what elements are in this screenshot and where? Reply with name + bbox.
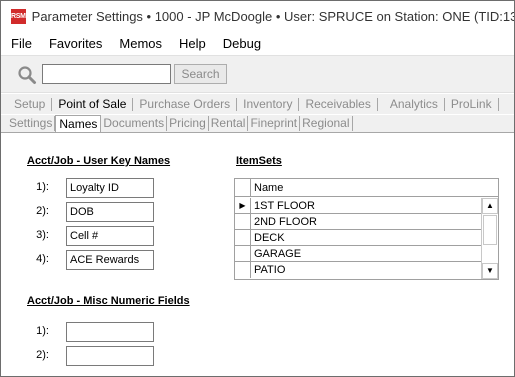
- itemsets-grid[interactable]: Name ▶ 1ST FLOOR 2ND FLOOR DECK GARAGE P…: [234, 178, 499, 280]
- tab-receivables[interactable]: Receivables: [299, 97, 378, 111]
- misc-numeric-1-input[interactable]: [66, 322, 154, 342]
- user-key-4-input[interactable]: [66, 250, 154, 270]
- parameter-settings-window: RSM Parameter Settings • 1000 - JP McDoo…: [0, 0, 515, 377]
- user-key-3-label: 3):: [36, 229, 49, 241]
- scroll-down-icon[interactable]: ▼: [482, 263, 498, 279]
- user-key-names-title: Acct/Job - User Key Names: [27, 155, 171, 167]
- row-selector[interactable]: [235, 214, 251, 230]
- subtab-rental[interactable]: Rental: [209, 116, 249, 131]
- row-selector[interactable]: [235, 262, 251, 278]
- subtab-documents[interactable]: Documents: [101, 116, 168, 131]
- menu-debug[interactable]: Debug: [216, 36, 268, 51]
- user-key-1-label: 1):: [36, 181, 49, 193]
- window-title: Parameter Settings • 1000 - JP McDoogle …: [31, 8, 515, 24]
- tab-analytics[interactable]: Analytics: [384, 97, 445, 111]
- itemsets-title: ItemSets: [236, 155, 282, 167]
- itemset-name-cell[interactable]: 1ST FLOOR: [252, 198, 481, 214]
- search-icon[interactable]: [17, 65, 37, 85]
- misc-numeric-title: Acct/Job - Misc Numeric Fields: [27, 295, 190, 307]
- tab-point-of-sale[interactable]: Point of Sale: [52, 97, 134, 111]
- table-row[interactable]: GARAGE: [235, 246, 481, 262]
- menu-bar: File Favorites Memos Help Debug: [1, 31, 514, 55]
- user-key-2-input[interactable]: [66, 202, 154, 222]
- itemset-name-cell[interactable]: PATIO: [252, 262, 481, 278]
- table-row[interactable]: PATIO: [235, 262, 481, 278]
- tab-setup[interactable]: Setup: [1, 97, 53, 111]
- search-button[interactable]: Search: [174, 64, 227, 84]
- menu-file[interactable]: File: [11, 36, 39, 51]
- table-row[interactable]: DECK: [235, 230, 481, 246]
- table-row[interactable]: ▶ 1ST FLOOR: [235, 198, 481, 214]
- tab-inventory[interactable]: Inventory: [237, 97, 300, 111]
- main-tab-strip: Setup Point of Sale Purchase Orders Inve…: [1, 94, 514, 114]
- table-row[interactable]: 2ND FLOOR: [235, 214, 481, 230]
- grid-corner: [235, 179, 251, 197]
- app-logo-icon: RSM: [11, 8, 26, 24]
- row-selector[interactable]: [235, 246, 251, 262]
- subtab-regional[interactable]: Regional: [300, 116, 353, 131]
- itemset-name-cell[interactable]: DECK: [252, 230, 481, 246]
- tab-purchase-orders[interactable]: Purchase Orders: [133, 97, 238, 111]
- menu-help[interactable]: Help: [172, 36, 213, 51]
- misc-numeric-2-input[interactable]: [66, 346, 154, 366]
- scroll-thumb[interactable]: [483, 215, 497, 245]
- itemset-name-cell[interactable]: 2ND FLOOR: [252, 214, 481, 230]
- scroll-up-icon[interactable]: ▲: [482, 198, 498, 214]
- search-toolbar: Search: [1, 55, 514, 93]
- itemset-name-cell[interactable]: GARAGE: [252, 246, 481, 262]
- user-key-1-input[interactable]: [66, 178, 154, 198]
- tab-prolink[interactable]: ProLink: [445, 97, 499, 111]
- misc-numeric-1-label: 1):: [36, 325, 49, 337]
- misc-numeric-2-label: 2):: [36, 349, 49, 361]
- menu-favorites[interactable]: Favorites: [42, 36, 109, 51]
- grid-vertical-scrollbar[interactable]: ▲ ▼: [481, 198, 498, 279]
- names-panel: Acct/Job - User Key Names 1): 2): 3): 4)…: [1, 132, 514, 376]
- sub-tab-strip: Settings Names Documents Pricing Rental …: [1, 115, 514, 132]
- menu-memos[interactable]: Memos: [112, 36, 169, 51]
- user-key-2-label: 2):: [36, 205, 49, 217]
- user-key-4-label: 4):: [36, 253, 49, 265]
- subtab-settings[interactable]: Settings: [1, 116, 56, 131]
- title-bar: RSM Parameter Settings • 1000 - JP McDoo…: [1, 1, 514, 31]
- search-input[interactable]: [42, 64, 171, 84]
- row-selector[interactable]: [235, 230, 251, 246]
- subtab-names[interactable]: Names: [55, 115, 102, 132]
- grid-column-name[interactable]: Name: [252, 179, 480, 197]
- subtab-fineprint[interactable]: Fineprint: [248, 116, 301, 131]
- grid-header: Name: [235, 179, 498, 197]
- user-key-3-input[interactable]: [66, 226, 154, 246]
- subtab-pricing[interactable]: Pricing: [167, 116, 209, 131]
- row-selector-current-icon[interactable]: ▶: [235, 198, 251, 214]
